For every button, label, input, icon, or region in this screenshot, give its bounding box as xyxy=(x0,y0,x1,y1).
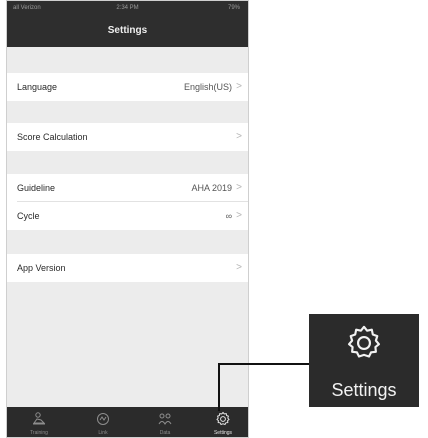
tab-training-label: Training xyxy=(30,430,48,436)
tab-data-label: Data xyxy=(159,430,171,436)
tab-training[interactable]: Training xyxy=(15,407,63,437)
tab-data[interactable]: Data xyxy=(141,407,189,437)
chevron-right-icon: > xyxy=(236,131,242,142)
settings-callout: Settings xyxy=(309,314,419,407)
tab-link[interactable]: Link xyxy=(79,407,127,437)
guideline-row[interactable]: Guideline AHA 2019 > xyxy=(7,174,248,202)
score-calculation-label: Score Calculation xyxy=(17,132,88,142)
chevron-right-icon: > xyxy=(236,81,242,92)
chevron-right-icon: > xyxy=(236,182,242,193)
callout-leader-vertical xyxy=(218,363,220,411)
training-icon xyxy=(33,412,46,425)
app-version-row[interactable]: App Version > xyxy=(7,254,248,282)
cycle-value: ∞ xyxy=(225,211,232,221)
score-calculation-row[interactable]: Score Calculation > xyxy=(7,123,248,151)
language-label: Language xyxy=(17,82,58,92)
language-value: English(US) xyxy=(183,82,232,92)
language-row[interactable]: Language English(US) > xyxy=(7,73,248,101)
callout-leader-horizontal xyxy=(218,363,310,365)
phone-screen: all Verizon 2:34 PM 79% Settings Languag… xyxy=(6,0,249,438)
callout-label: Settings xyxy=(331,380,397,400)
tab-link-label: Link xyxy=(98,430,108,436)
battery-text: 79% xyxy=(227,5,240,11)
guideline-label: Guideline xyxy=(17,183,56,193)
page-title: Settings xyxy=(7,15,248,47)
gear-icon xyxy=(216,411,230,426)
link-icon xyxy=(97,413,109,425)
data-icon xyxy=(158,413,172,425)
clock-text: 2:34 PM xyxy=(116,5,139,11)
tab-settings-label: Settings xyxy=(213,430,233,436)
tab-bar: Training Link Data Settings xyxy=(7,407,248,437)
cycle-label: Cycle xyxy=(17,211,40,221)
cycle-row[interactable]: Cycle ∞ > xyxy=(7,202,248,230)
tab-settings[interactable]: Settings xyxy=(199,407,247,437)
guideline-value: AHA 2019 xyxy=(191,183,232,193)
chevron-right-icon: > xyxy=(236,210,242,221)
gear-icon xyxy=(347,325,381,358)
app-version-label: App Version xyxy=(17,263,66,273)
screenshot-canvas: all Verizon 2:34 PM 79% Settings Languag… xyxy=(0,0,428,438)
chevron-right-icon: > xyxy=(236,262,242,273)
status-bar: all Verizon 2:34 PM 79% xyxy=(7,1,248,15)
